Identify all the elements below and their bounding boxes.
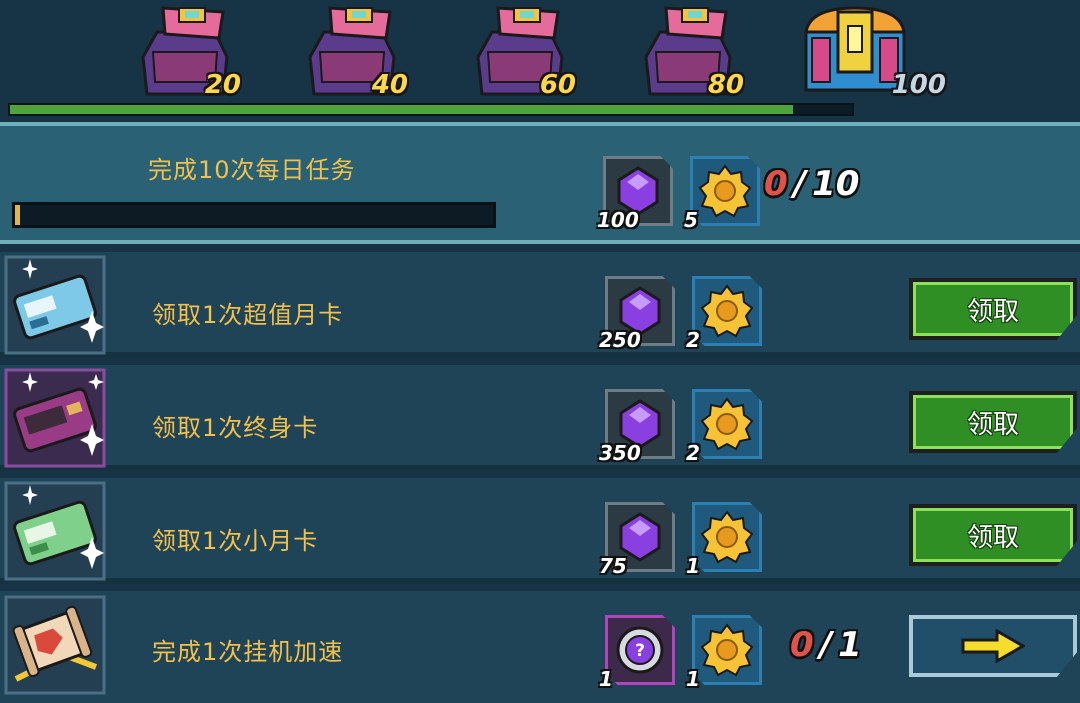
claim-button[interactable]: 领取 <box>909 391 1077 453</box>
reward-gem[interactable]: 75 <box>599 502 675 578</box>
progress-current: 0 <box>764 164 788 204</box>
task-row: 领取1次超值月卡 250 2 领取 <box>0 252 1080 358</box>
reward-count: 1 <box>599 667 613 691</box>
reward-count: 75 <box>599 554 627 578</box>
reward-badge[interactable]: 1 <box>686 615 762 691</box>
milestone-label: 60 <box>539 70 576 100</box>
milestone-label: 100 <box>891 70 946 100</box>
claim-button[interactable]: 领取 <box>909 278 1077 340</box>
gold-badge-icon <box>700 284 754 338</box>
reward-count: 5 <box>684 208 698 232</box>
reward-count: 2 <box>686 328 700 352</box>
reward-count: 2 <box>686 441 700 465</box>
reward-gem[interactable]: 100 <box>597 156 673 232</box>
reward-count: 1 <box>686 554 700 578</box>
reward-badge[interactable]: 5 <box>684 156 760 232</box>
reward-count: 1 <box>686 667 700 691</box>
reward-gem[interactable]: 350 <box>599 389 675 465</box>
svg-text:?: ? <box>635 641 645 661</box>
reward-mystery-token[interactable]: ? 1 <box>599 615 675 691</box>
mystery-token-icon: ? <box>616 626 664 674</box>
progress-slash: / <box>819 625 833 665</box>
task-row: 完成1次挂机加速 ? 1 1 0/1 <box>0 591 1080 703</box>
arrow-right-icon <box>961 629 1025 663</box>
task-title: 完成1次挂机加速 <box>152 638 344 666</box>
progress-slash: / <box>793 164 807 204</box>
milestone-label: 20 <box>204 70 241 100</box>
gold-badge-icon <box>700 510 754 564</box>
gold-badge-icon <box>698 164 752 218</box>
gold-badge-icon <box>700 623 754 677</box>
gold-badge-icon <box>700 397 754 451</box>
milestone-chest-100[interactable]: 100 <box>800 2 946 102</box>
small-month-card-icon <box>4 481 106 581</box>
task-row: 领取1次小月卡 75 1 领取 <box>0 478 1080 584</box>
milestone-label: 40 <box>371 70 408 100</box>
reward-gem[interactable]: 250 <box>599 276 675 352</box>
progress-current: 0 <box>790 625 814 665</box>
progress-total: 1 <box>838 625 862 665</box>
task-progress-text: 0/1 <box>790 625 862 665</box>
daily-progress-text: 0/10 <box>764 164 859 204</box>
daily-task-title: 完成10次每日任务 <box>148 156 356 184</box>
value-month-card-icon <box>4 255 106 355</box>
milestone-chest-80[interactable]: 80 <box>638 2 748 102</box>
daily-task-row: 完成10次每日任务 100 5 0/10 <box>0 122 1080 244</box>
reward-badge[interactable]: 2 <box>686 389 762 465</box>
task-title: 领取1次终身卡 <box>152 414 319 442</box>
task-row: 领取1次终身卡 350 2 领取 <box>0 365 1080 471</box>
reward-count: 250 <box>599 328 641 352</box>
daily-progress-fill <box>15 205 20 225</box>
milestone-label: 80 <box>707 70 744 100</box>
reward-badge[interactable]: 1 <box>686 502 762 578</box>
daily-progress-bar <box>12 202 496 228</box>
claim-button[interactable]: 领取 <box>909 504 1077 566</box>
milestone-progress-bar <box>8 103 854 116</box>
lifetime-card-icon <box>4 368 106 468</box>
milestone-bar: 20 40 60 80 100 <box>0 0 1080 122</box>
task-title: 领取1次超值月卡 <box>152 301 344 329</box>
milestone-chest-20[interactable]: 20 <box>135 2 245 102</box>
reward-badge[interactable]: 2 <box>686 276 762 352</box>
go-button[interactable] <box>909 615 1077 677</box>
milestone-progress-fill <box>10 105 794 114</box>
reward-count: 350 <box>599 441 641 465</box>
scroll-icon <box>4 595 106 695</box>
task-title: 领取1次小月卡 <box>152 527 319 555</box>
milestone-chest-40[interactable]: 40 <box>302 2 412 102</box>
progress-total: 10 <box>812 164 860 204</box>
reward-count: 100 <box>597 208 639 232</box>
milestone-chest-60[interactable]: 60 <box>470 2 580 102</box>
